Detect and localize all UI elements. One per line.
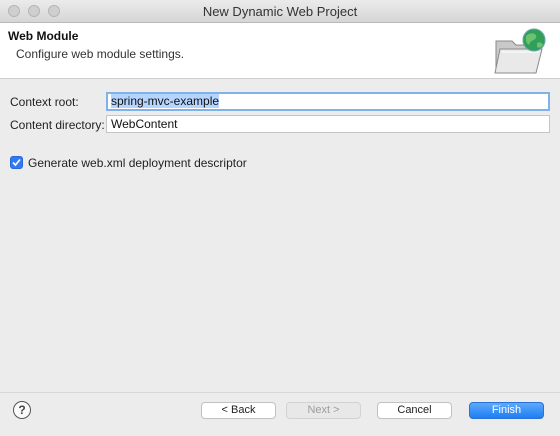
finish-button[interactable]: Finish (469, 402, 544, 419)
context-root-input[interactable]: spring-mvc-example (106, 92, 550, 111)
footer-divider (0, 392, 560, 393)
content-directory-input[interactable]: WebContent (106, 115, 550, 133)
generate-webxml-checkbox[interactable] (10, 156, 23, 169)
context-root-label: Context root: (10, 95, 79, 109)
context-root-value: spring-mvc-example (111, 94, 220, 108)
back-button[interactable]: < Back (201, 402, 276, 419)
cancel-button[interactable]: Cancel (377, 402, 452, 419)
generate-webxml-label: Generate web.xml deployment descriptor (28, 156, 247, 170)
content-directory-label: Content directory: (10, 118, 105, 132)
wizard-header: Web Module Configure web module settings… (0, 23, 560, 79)
folder-globe-icon (494, 28, 546, 74)
checkmark-icon (12, 158, 21, 167)
next-button[interactable]: Next > (286, 402, 361, 419)
title-bar: New Dynamic Web Project (0, 0, 560, 23)
page-title: Web Module (8, 29, 79, 43)
page-description: Configure web module settings. (16, 47, 185, 61)
help-button[interactable]: ? (13, 401, 31, 419)
window-title: New Dynamic Web Project (202, 4, 358, 19)
dialog-window: New Dynamic Web Project Web Module Confi… (0, 0, 560, 436)
